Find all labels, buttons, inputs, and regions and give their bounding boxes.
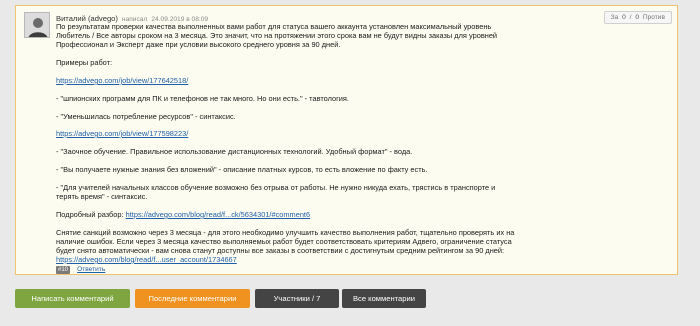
example-link-1[interactable]: https://advego.com/job/view/177642518/ — [56, 76, 188, 86]
latest-comments-button[interactable]: Последние комментарии — [135, 289, 250, 308]
quote-1: - "шпионских программ для ПК и телефонов… — [56, 94, 349, 103]
quote-3: - "Заочное обучение. Правильное использо… — [56, 147, 413, 156]
user-photo-icon — [25, 13, 49, 37]
vote-for-button[interactable]: За — [611, 14, 619, 21]
vote-separator: / — [629, 14, 632, 21]
reply-link[interactable]: Ответить — [77, 266, 105, 273]
comment-footer: #10 Ответить — [56, 264, 105, 274]
vote-against-button[interactable]: Против — [643, 14, 665, 21]
quote-2: - "Уменьшилась потребление ресурсов" - с… — [56, 112, 236, 121]
details-line: Подробный разбор: https://advego.com/blo… — [56, 210, 310, 220]
quote-5-line-2: терять время" - синтаксис. — [56, 192, 148, 201]
examples-label: Примеры работ: — [56, 58, 113, 67]
vote-against-count: 0 — [635, 14, 640, 21]
details-label: Подробный разбор: — [56, 210, 124, 219]
all-comments-button[interactable]: Все комментарии — [342, 289, 426, 308]
comment-card: Виталий (advego) написал 24.09.2019 в 08:… — [15, 5, 678, 275]
example-link-2[interactable]: https://advego.com/job/view/177598223/ — [56, 129, 188, 139]
vote-for-count: 0 — [622, 14, 626, 21]
details-link[interactable]: https://advego.com/blog/read/f...ck/5634… — [126, 210, 310, 219]
participants-button[interactable]: Участники / 7 — [255, 289, 339, 308]
vote-box: За 0 / 0 Против — [603, 11, 672, 24]
write-comment-button[interactable]: Написать комментарий — [15, 289, 130, 308]
comment-number-badge[interactable]: #10 — [56, 266, 71, 274]
avatar[interactable] — [24, 12, 50, 38]
intro-line-3: Профессионал и Эксперт даже при условии … — [56, 40, 341, 49]
quote-4: - "Вы получаете нужные знания без вложен… — [56, 165, 428, 174]
